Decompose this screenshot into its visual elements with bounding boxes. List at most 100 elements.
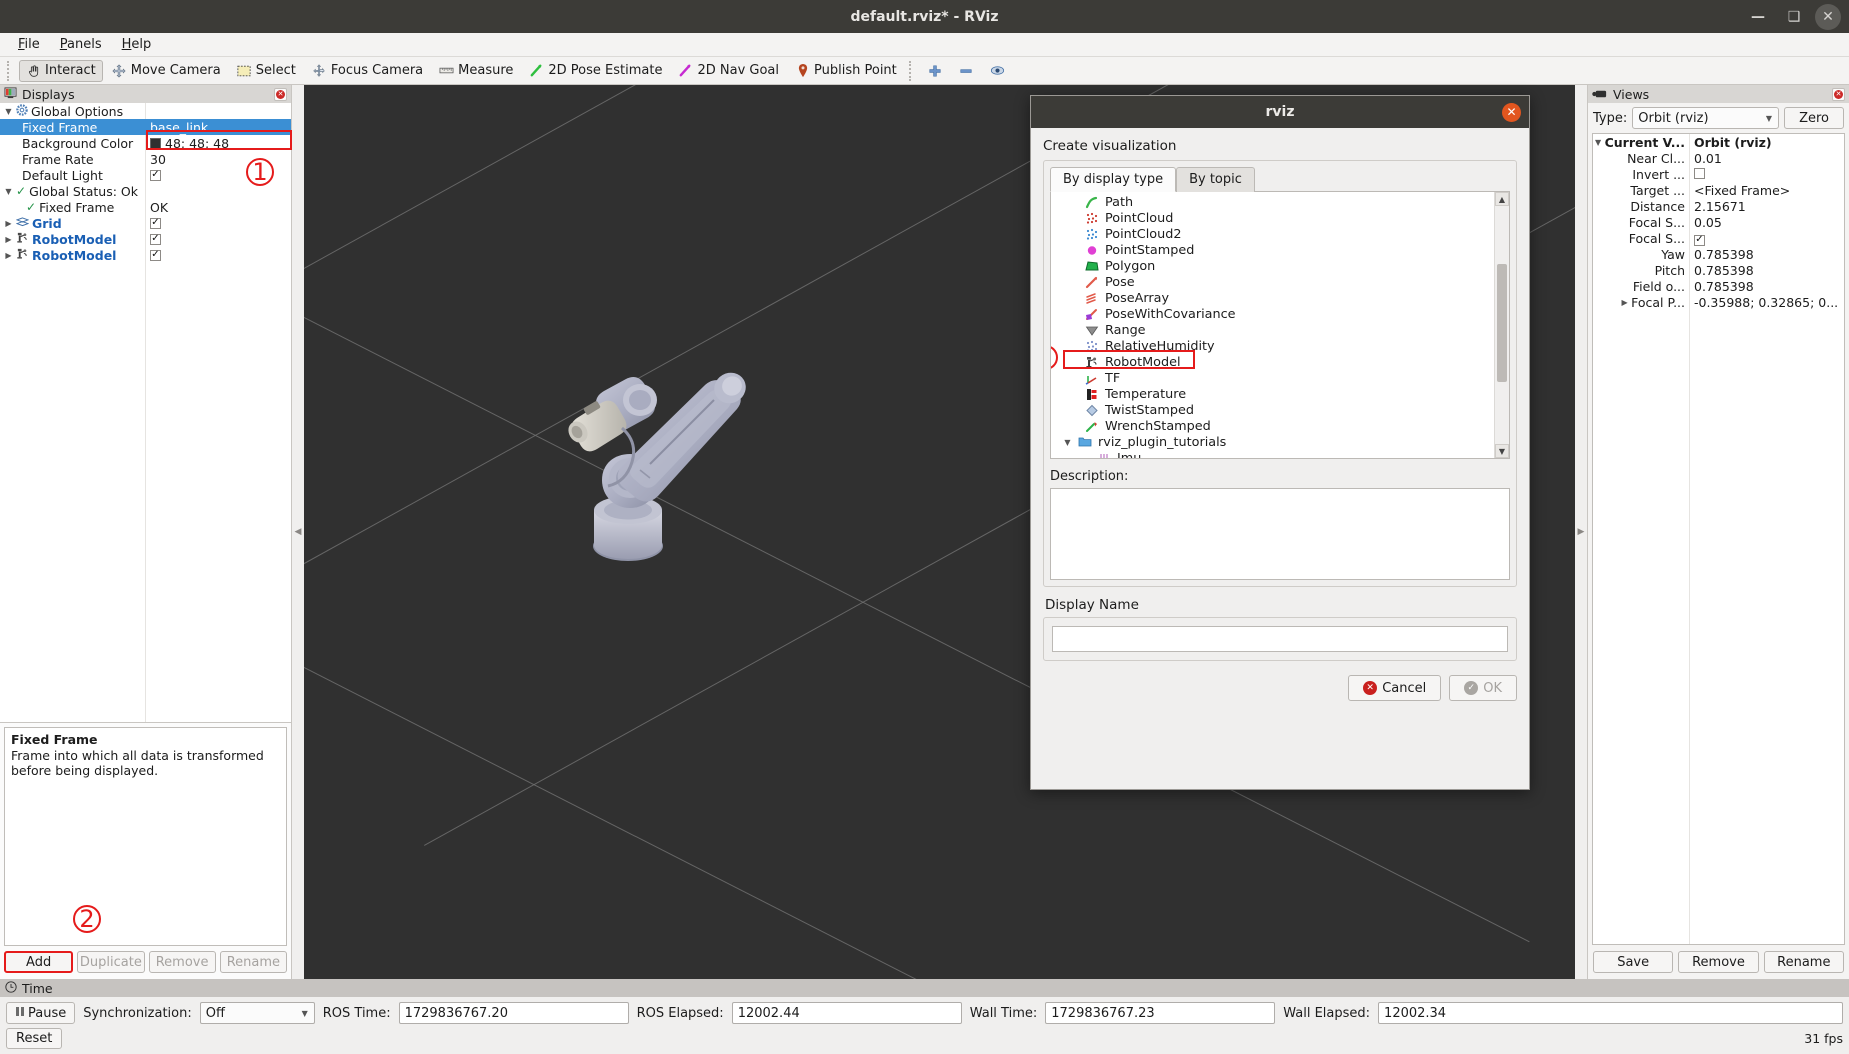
list-item-range[interactable]: Range	[1063, 322, 1494, 338]
scrollbar-thumb[interactable]	[1497, 264, 1507, 382]
cancel-button[interactable]: ✕ Cancel	[1348, 675, 1441, 701]
focal-shape-fixed-checkbox[interactable]: ✓	[1694, 235, 1705, 246]
tab-by-display-type[interactable]: By display type	[1050, 167, 1176, 192]
minimize-icon[interactable]: —	[1743, 4, 1773, 30]
list-item-pointcloud2[interactable]: PointCloud2	[1063, 226, 1494, 242]
dialog-close-icon[interactable]: ✕	[1502, 103, 1521, 122]
views-row-value[interactable]: 0.785398	[1689, 263, 1844, 278]
tree-row-global-status[interactable]: ✓ Global Status: Ok	[0, 183, 291, 199]
scroll-up-arrow-icon[interactable]: ▲	[1495, 192, 1509, 206]
view-type-select[interactable]: Orbit (rviz) ▼	[1632, 107, 1779, 129]
list-item-pointcloud[interactable]: PointCloud	[1063, 210, 1494, 226]
views-row-value[interactable]: 2.15671	[1689, 199, 1844, 214]
default-light-checkbox[interactable]: ✓	[150, 170, 161, 181]
views-row-focal-shape-size[interactable]: Focal S... 0.05	[1593, 214, 1844, 230]
views-row-focal-shape-fixed[interactable]: Focal S... ✓	[1593, 230, 1844, 246]
views-row-distance[interactable]: Distance 2.15671	[1593, 198, 1844, 214]
expand-arrow-icon[interactable]	[1063, 438, 1072, 447]
expand-arrow-icon[interactable]	[4, 251, 13, 260]
add-button[interactable]: Add	[4, 951, 73, 973]
toolbar-grip[interactable]	[7, 61, 14, 81]
ros-time-field[interactable]: 1729836767.20	[399, 1002, 629, 1024]
robotmodel-1-checkbox[interactable]: ✓	[150, 234, 161, 245]
views-row-target-frame[interactable]: Target ... <Fixed Frame>	[1593, 182, 1844, 198]
expand-arrow-icon[interactable]	[1594, 138, 1603, 147]
tool-2d-pose-estimate[interactable]: 2D Pose Estimate	[522, 60, 669, 82]
list-item-polygon[interactable]: Polygon	[1063, 258, 1494, 274]
views-rename-button[interactable]: Rename	[1764, 951, 1844, 973]
views-save-button[interactable]: Save	[1593, 951, 1673, 973]
menu-file[interactable]: File	[8, 35, 50, 54]
tree-row-background-color[interactable]: Background Color 48; 48; 48	[0, 135, 291, 151]
reset-button[interactable]: Reset	[6, 1028, 62, 1049]
views-row-value[interactable]: -0.35988; 0.32865; 0...	[1689, 295, 1844, 310]
tree-row-fixed-frame[interactable]: Fixed Frame base_link	[0, 119, 291, 135]
close-icon[interactable]: ✕	[1815, 4, 1841, 30]
tool-move-camera[interactable]: Move Camera	[105, 60, 228, 82]
expand-arrow-icon[interactable]	[1620, 298, 1629, 307]
tree-row-grid[interactable]: Grid ✓	[0, 215, 291, 231]
display-name-input[interactable]	[1052, 626, 1508, 652]
views-row-field-of-view[interactable]: Field o... 0.785398	[1593, 278, 1844, 294]
expand-arrow-icon[interactable]	[4, 107, 13, 116]
views-row-value[interactable]: 0.785398	[1689, 247, 1844, 262]
tree-row-robotmodel-1[interactable]: RobotModel ✓	[0, 231, 291, 247]
description-textarea[interactable]	[1050, 488, 1510, 580]
display-type-list[interactable]: Path PointCloud PointCloud2 PointStamped	[1050, 191, 1510, 459]
list-item-imu[interactable]: Imu	[1063, 450, 1494, 459]
tool-2d-nav-goal[interactable]: 2D Nav Goal	[671, 60, 786, 82]
maximize-icon[interactable]: ❑	[1779, 4, 1809, 30]
views-row-pitch[interactable]: Pitch 0.785398	[1593, 262, 1844, 278]
views-row-yaw[interactable]: Yaw 0.785398	[1593, 246, 1844, 262]
views-remove-button[interactable]: Remove	[1678, 951, 1758, 973]
views-row-invert-z[interactable]: Invert ...	[1593, 166, 1844, 182]
synchronization-select[interactable]: Off ▼	[200, 1002, 315, 1024]
views-property-tree[interactable]: Current V... Orbit (rviz) Near Cl... 0.0…	[1592, 133, 1845, 945]
left-splitter[interactable]: ◀	[292, 85, 304, 979]
tool-interact[interactable]: Interact	[19, 60, 103, 82]
tool-visibility[interactable]	[983, 60, 1012, 82]
tool-measure[interactable]: Measure	[432, 60, 520, 82]
tab-by-topic[interactable]: By topic	[1176, 167, 1255, 192]
menu-help[interactable]: Help	[112, 35, 162, 54]
display-type-scrollbar[interactable]: ▲ ▼	[1494, 192, 1509, 458]
toolbar-grip-2[interactable]	[909, 61, 916, 81]
robotmodel-2-checkbox[interactable]: ✓	[150, 250, 161, 261]
wall-time-field[interactable]: 1729836767.23	[1045, 1002, 1275, 1024]
views-panel-close-button[interactable]: ✕	[1832, 88, 1845, 101]
displays-tree[interactable]: Global Options Fixed Frame base_link Bac…	[0, 103, 291, 723]
grid-checkbox[interactable]: ✓	[150, 218, 161, 229]
expand-arrow-icon[interactable]	[4, 187, 13, 196]
fixed-frame-value[interactable]: base_link	[145, 120, 291, 135]
views-row-value[interactable]: 0.01	[1689, 151, 1844, 166]
tree-row-status-fixed-frame[interactable]: ✓ Fixed Frame OK	[0, 199, 291, 215]
list-item-pointstamped[interactable]: PointStamped	[1063, 242, 1494, 258]
pause-button[interactable]: Pause	[6, 1002, 75, 1024]
list-item-tf[interactable]: TF	[1063, 370, 1494, 386]
menu-panels[interactable]: Panels	[50, 35, 112, 54]
tree-row-robotmodel-2[interactable]: RobotModel ✓	[0, 247, 291, 263]
tool-add[interactable]	[921, 60, 950, 82]
wall-elapsed-field[interactable]: 12002.34	[1378, 1002, 1843, 1024]
tool-publish-point[interactable]: Publish Point	[788, 60, 904, 82]
views-row-value[interactable]: 0.05	[1689, 215, 1844, 230]
tool-remove[interactable]	[952, 60, 981, 82]
list-item-rviz-plugin-tutorials[interactable]: rviz_plugin_tutorials	[1063, 434, 1494, 450]
views-row-value[interactable]: 0.785398	[1689, 279, 1844, 294]
tool-focus-camera[interactable]: Focus Camera	[305, 60, 430, 82]
displays-panel-close-button[interactable]: ✕	[274, 88, 287, 101]
views-row-value[interactable]: <Fixed Frame>	[1689, 183, 1844, 198]
scroll-down-arrow-icon[interactable]: ▼	[1495, 444, 1509, 458]
list-item-posearray[interactable]: PoseArray	[1063, 290, 1494, 306]
list-item-pose[interactable]: Pose	[1063, 274, 1494, 290]
invert-z-checkbox[interactable]	[1694, 168, 1705, 179]
tree-row-global-options[interactable]: Global Options	[0, 103, 291, 119]
ros-elapsed-field[interactable]: 12002.44	[732, 1002, 962, 1024]
expand-arrow-icon[interactable]	[4, 235, 13, 244]
list-item-twiststamped[interactable]: TwistStamped	[1063, 402, 1494, 418]
zero-button[interactable]: Zero	[1784, 107, 1844, 129]
list-item-wrenchstamped[interactable]: WrenchStamped	[1063, 418, 1494, 434]
list-item-temperature[interactable]: Temperature	[1063, 386, 1494, 402]
right-splitter[interactable]: ▶	[1575, 85, 1587, 979]
tool-select[interactable]: Select	[230, 60, 303, 82]
